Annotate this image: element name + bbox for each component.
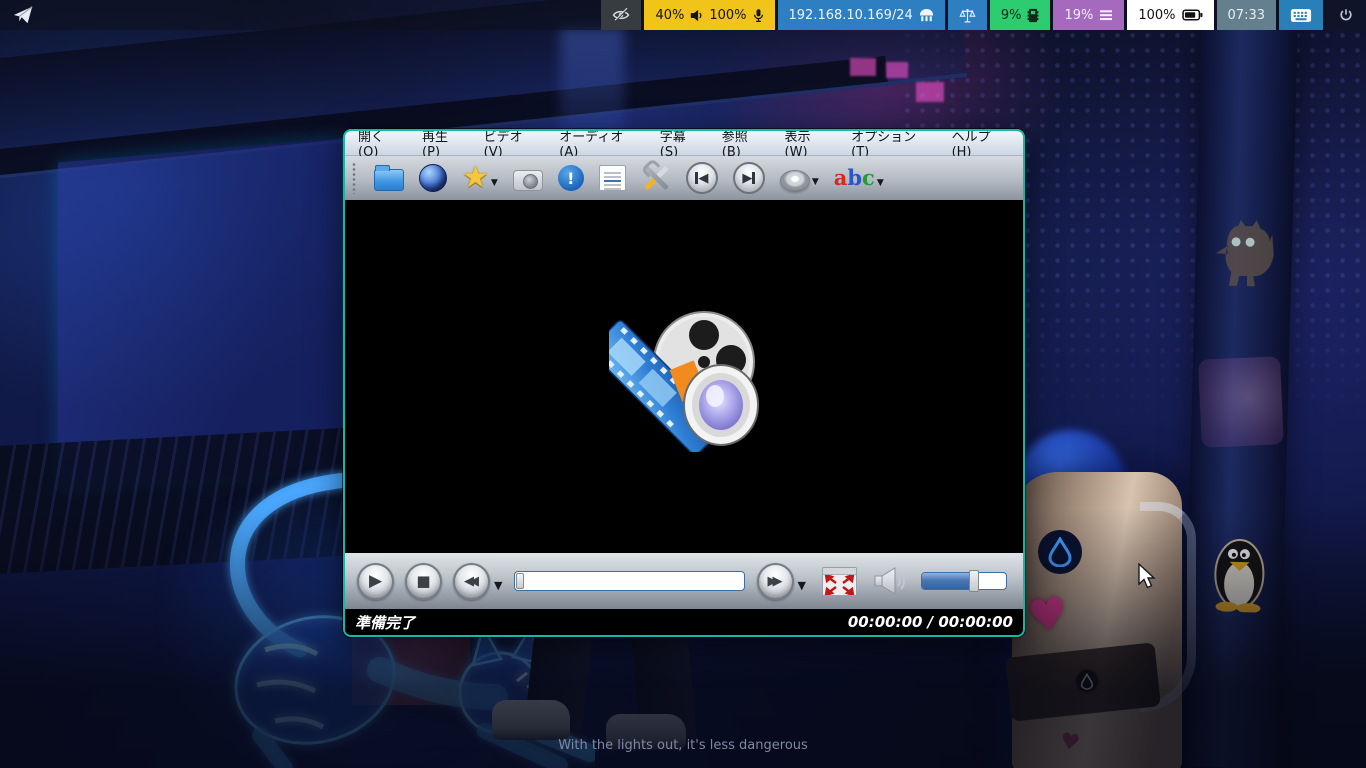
screen-reader-module[interactable] [601, 0, 642, 30]
mute-button[interactable]: ▼ [779, 166, 819, 191]
open-url-button[interactable] [419, 164, 447, 192]
clock-value: 07:33 [1227, 7, 1265, 23]
rewind-dropdown-arrow[interactable]: ▼ [494, 579, 502, 592]
tools-icon [641, 163, 671, 193]
seek-slider-handle[interactable] [516, 573, 525, 589]
next-track-button[interactable]: ▶ [732, 162, 765, 194]
subtitles-button[interactable]: abc ▼ [834, 164, 884, 192]
screenshot-button[interactable] [512, 166, 543, 191]
anime-girl-sticker [1198, 356, 1284, 448]
battery-module[interactable]: 100% [1127, 0, 1214, 30]
fullscreen-arrows-icon [824, 574, 855, 595]
mute-icon [779, 169, 810, 191]
control-bar: ▶ ■ ◀◀ ▼ ▶▶ ▼ [345, 553, 1023, 609]
status-bar: 準備完了 00:00:00 / 00:00:00 [345, 609, 1023, 635]
stop-icon: ■ [416, 572, 431, 590]
list-icon [1100, 10, 1113, 21]
speaker-icon [691, 9, 702, 21]
wallpaper-pink-windows [846, 52, 956, 132]
folder-icon [374, 165, 404, 191]
previous-track-button[interactable]: ◀ [685, 162, 718, 194]
volume-slider[interactable] [921, 570, 1007, 592]
menu-bar: 開く(O) 再生(P) ビデオ(V) オーディオ(A) 字幕(S) 参照(B) … [345, 131, 1023, 160]
keyboard-icon [1290, 8, 1312, 22]
smplayer-window: 開く(O) 再生(P) ビデオ(V) オーディオ(A) 字幕(S) 参照(B) … [343, 129, 1025, 637]
volume-speaker-icon[interactable] [873, 566, 907, 596]
cat-sticker [1215, 219, 1274, 287]
camera-icon [512, 169, 543, 191]
file-properties-button[interactable]: ! [557, 165, 584, 191]
globe-icon [419, 164, 447, 192]
abc-subtitles-icon: abc [833, 165, 875, 190]
mouse-cursor [1138, 563, 1156, 589]
ip-address: 192.168.10.169/24 [788, 7, 913, 23]
keyboard-layout-module[interactable] [1279, 0, 1323, 30]
network-module[interactable]: 192.168.10.169/24 [777, 0, 945, 30]
play-icon: ▶ [368, 571, 383, 591]
play-button[interactable]: ▶ [357, 562, 394, 600]
volume-slider-fill [922, 573, 975, 589]
memory-value: 19% [1064, 7, 1094, 23]
network-icon [919, 8, 933, 21]
info-icon: ! [557, 165, 584, 191]
topbar-left [0, 0, 598, 30]
seek-slider[interactable] [514, 571, 745, 591]
power-icon [1340, 9, 1352, 21]
audio-module[interactable]: 40% 100% [644, 0, 775, 30]
volume-slider-handle[interactable] [969, 570, 980, 592]
battery-value: 100% [1138, 7, 1176, 23]
eye-slash-icon [613, 7, 630, 22]
video-display-area[interactable] [345, 200, 1023, 553]
status-text: 準備完了 [355, 613, 416, 632]
previous-icon: ◀ [685, 162, 718, 194]
open-file-button[interactable] [374, 165, 404, 191]
audio-dropdown-arrow[interactable]: ▼ [812, 177, 819, 191]
wallpaper-caption: With the lights out, it's less dangerous [558, 738, 808, 753]
scales-module[interactable] [947, 0, 987, 30]
next-icon: ▶ [732, 162, 765, 194]
favorites-dropdown-arrow[interactable]: ▼ [491, 178, 498, 192]
forward-button[interactable]: ▶▶ [756, 562, 794, 600]
main-toolbar: ★ ▼ ! ◀ ▶ ▼ abc ▼ [345, 156, 1023, 200]
toolbar-drag-handle[interactable] [351, 162, 357, 194]
mic-value: 100% [709, 7, 747, 23]
scales-icon [959, 8, 976, 22]
rewind-button[interactable]: ◀◀ [453, 562, 490, 600]
forward-icon: ▶▶ [767, 573, 783, 589]
playlist-button[interactable] [598, 165, 626, 191]
cpu-value: 9% [1000, 7, 1022, 23]
time-display: 00:00:00 / 00:00:00 [847, 613, 1013, 631]
preferences-button[interactable] [641, 163, 671, 193]
cpu-module[interactable]: 9% [989, 0, 1051, 30]
playlist-icon [598, 165, 626, 191]
stop-button[interactable]: ■ [405, 562, 442, 600]
paper-plane-icon[interactable] [12, 4, 34, 26]
memory-module[interactable]: 19% [1053, 0, 1125, 30]
volume-value: 40% [655, 7, 685, 23]
smplayer-logo [609, 310, 759, 452]
clock-module[interactable]: 07:33 [1216, 0, 1276, 30]
star-icon: ★ [462, 160, 489, 195]
favorites-button[interactable]: ★ ▼ [462, 160, 498, 195]
rewind-icon: ◀◀ [464, 573, 479, 589]
power-module[interactable] [1326, 0, 1366, 30]
battery-icon [1181, 9, 1202, 21]
chip-icon [1028, 8, 1039, 22]
subtitles-dropdown-arrow[interactable]: ▼ [877, 178, 884, 192]
top-status-bar: 40% 100% 192.168.10.169/24 9% 19% 100% 0… [0, 0, 1366, 30]
fullscreen-button[interactable] [822, 566, 857, 596]
forward-dropdown-arrow[interactable]: ▼ [798, 579, 806, 592]
microphone-icon [753, 8, 763, 22]
